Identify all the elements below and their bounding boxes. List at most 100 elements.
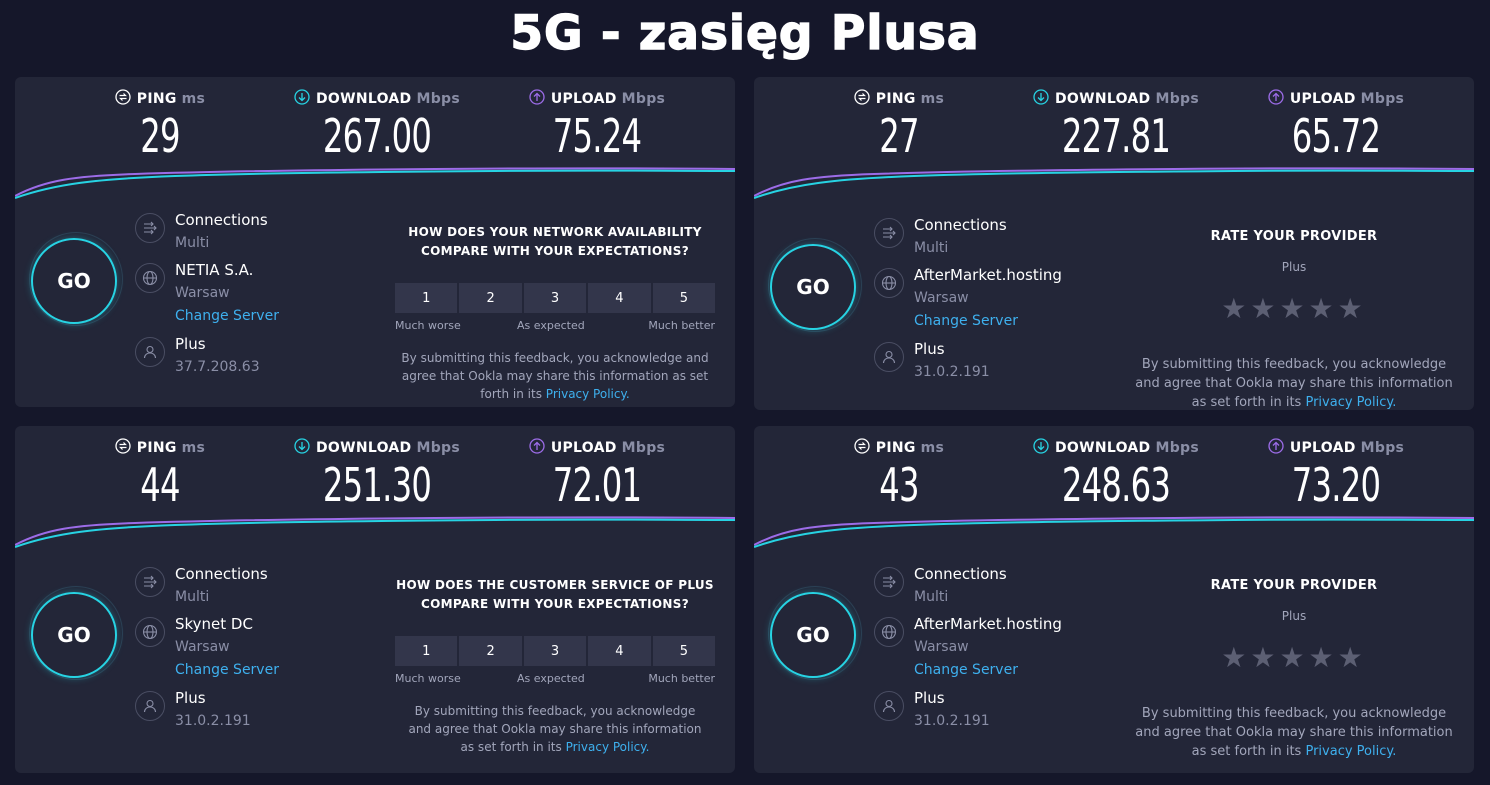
rating-star-icon[interactable]: ★ [1279,641,1308,674]
rating-star-icon[interactable]: ★ [1250,641,1279,674]
connections-row: Connections Multi [135,565,375,617]
download-metric: DOWNLOAD Mbps 267.00 [267,89,487,161]
ping-unit: ms [181,440,206,456]
upload-label: UPLOAD [550,91,617,107]
download-unit: Mbps [1155,91,1199,107]
speedtest-result-panel: PING ms 44 DOWNLOAD Mbps 251.30 UPLOAD Mbps 72.0… [15,426,735,773]
feedback-disclaimer: By submitting this feedback, you acknowl… [1135,357,1453,410]
rating-option-4[interactable]: 4 [588,636,651,666]
user-icon [135,691,165,721]
speedtest-result-panel: PING ms 29 DOWNLOAD Mbps 267.00 UPLOAD Mbps 75.2… [15,77,735,407]
provider-row: Plus 37.7.208.63 [135,335,375,397]
provider-name: Plus [175,689,206,707]
provider-name: Plus [914,689,945,707]
download-value: 248.63 [1061,458,1171,512]
scale-low-label: Much worse [395,672,461,685]
rating-star-icon[interactable]: ★ [1338,641,1367,674]
server-city: Warsaw [914,290,969,306]
speed-graph [754,516,1474,548]
scale-high-label: Much better [648,319,715,332]
rating-option-3[interactable]: 3 [523,283,587,313]
server-row: AfterMarket.hosting Warsaw Change Server [874,266,1114,342]
rating-star-icon[interactable]: ★ [1309,292,1338,325]
rating-option-5[interactable]: 5 [652,283,716,313]
download-label: DOWNLOAD [315,91,412,107]
rating-star-icon[interactable]: ★ [1221,641,1250,674]
scale-labels: Much worse As expected Much better [395,672,715,690]
go-button[interactable]: GO [31,238,117,324]
go-label: GO [57,269,91,293]
change-server-link[interactable]: Change Server [175,662,279,678]
server-city: Warsaw [175,639,230,655]
upload-icon [529,438,551,458]
ping-label: PING [875,440,916,456]
globe-icon [874,268,904,298]
ping-value: 29 [140,109,180,163]
connections-mode: Multi [914,589,949,605]
rate-provider-name: Plus [1281,609,1307,623]
ping-icon [854,438,876,458]
ping-value: 44 [140,458,180,512]
rating-option-4[interactable]: 4 [588,283,651,313]
connections-mode: Multi [175,235,210,251]
rating-option-1[interactable]: 1 [395,636,458,666]
rating-scale: 12345 [395,283,716,313]
user-icon [874,342,904,372]
feedback-survey: HOW DOES YOUR NETWORK AVAILABILITY COMPAR… [390,223,720,403]
upload-icon [1268,89,1290,109]
rating-option-3[interactable]: 3 [523,636,587,666]
upload-metric: UPLOAD Mbps 65.72 [1226,89,1446,161]
privacy-policy-link[interactable]: Privacy Policy. [566,740,650,754]
rating-option-5[interactable]: 5 [652,636,716,666]
upload-value: 72.01 [552,458,642,512]
feedback-disclaimer: By submitting this feedback, you acknowl… [1135,706,1453,759]
change-server-link[interactable]: Change Server [175,308,279,324]
download-metric: DOWNLOAD Mbps 248.63 [1006,438,1226,510]
rating-star-icon[interactable]: ★ [1338,292,1367,325]
ping-label: PING [136,440,177,456]
connections-label: Connections [914,565,1007,583]
go-button[interactable]: GO [770,592,856,678]
change-server-link[interactable]: Change Server [914,662,1018,678]
download-icon [1033,438,1055,458]
rating-star-icon[interactable]: ★ [1250,292,1279,325]
privacy-policy-link[interactable]: Privacy Policy. [1305,395,1396,410]
ping-unit: ms [920,440,945,456]
upload-metric: UPLOAD Mbps 73.20 [1226,438,1446,510]
connections-label: Connections [914,216,1007,234]
upload-value: 65.72 [1291,109,1381,163]
rate-provider: RATE YOUR PROVIDER Plus ★★★★★ By submitting… [1129,229,1459,410]
rating-star-icon[interactable]: ★ [1279,292,1308,325]
rating-option-2[interactable]: 2 [459,283,522,313]
download-label: DOWNLOAD [315,440,412,456]
connections-icon [874,218,904,248]
go-button[interactable]: GO [31,592,117,678]
server-row: Skynet DC Warsaw Change Server [135,615,375,691]
survey-question: HOW DOES THE CUSTOMER SERVICE OF PLUS COM… [396,578,714,611]
rating-option-2[interactable]: 2 [459,636,522,666]
server-name: NETIA S.A. [175,261,254,279]
rating-star-icon[interactable]: ★ [1309,641,1338,674]
ping-icon [115,438,137,458]
privacy-policy-link[interactable]: Privacy Policy. [1305,744,1396,759]
ip-address: 31.0.2.191 [914,364,990,380]
ping-icon [115,89,137,109]
speed-graph [15,167,735,199]
go-button[interactable]: GO [770,244,856,330]
download-icon [294,89,316,109]
download-value: 251.30 [322,458,432,512]
provider-row: Plus 31.0.2.191 [874,689,1114,751]
download-metric: DOWNLOAD Mbps 227.81 [1006,89,1226,161]
download-icon [294,438,316,458]
rating-star-icon[interactable]: ★ [1221,292,1250,325]
scale-mid-label: As expected [517,319,585,332]
rating-option-1[interactable]: 1 [395,283,458,313]
ping-metric: PING ms 29 [50,89,270,161]
ping-metric: PING ms 43 [789,438,1009,510]
privacy-policy-link[interactable]: Privacy Policy. [546,387,630,401]
upload-unit: Mbps [1360,91,1405,107]
go-label: GO [796,275,830,299]
change-server-link[interactable]: Change Server [914,313,1018,329]
star-rating: ★★★★★ [1129,292,1459,325]
upload-metric: UPLOAD Mbps 72.01 [487,438,707,510]
